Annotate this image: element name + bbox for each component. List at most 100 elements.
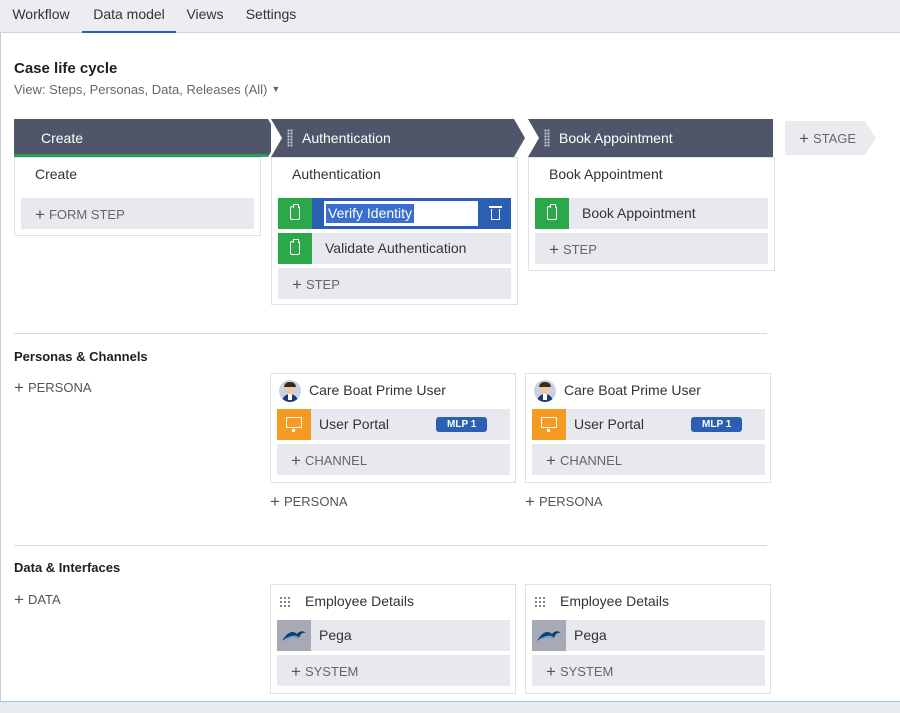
view-selector[interactable]: View: Steps, Personas, Data, Releases (A… <box>14 82 280 97</box>
add-form-step-button[interactable]: + FORM STEP <box>21 198 254 229</box>
monitor-icon <box>541 417 557 432</box>
trash-icon[interactable] <box>489 206 502 220</box>
clipboard-icon <box>547 204 557 220</box>
clipboard-icon <box>290 239 300 255</box>
personas-section-title: Personas & Channels <box>14 349 148 364</box>
plus-icon: + <box>546 451 556 470</box>
section-divider <box>14 333 767 334</box>
add-system-label: SYSTEM <box>559 664 614 679</box>
persona-card: Care Boat Prime User User Portal MLP 1 +… <box>270 373 516 483</box>
process-title[interactable]: Authentication <box>292 166 381 182</box>
add-persona-label: PERSONA <box>27 380 92 395</box>
add-step-button[interactable]: + STEP <box>278 268 511 299</box>
process-title[interactable]: Book Appointment <box>549 166 663 182</box>
persona-card: Care Boat Prime User User Portal MLP 1 +… <box>525 373 771 483</box>
channel-label: User Portal <box>319 416 390 432</box>
chevron-shape <box>865 121 876 155</box>
step-label: Book Appointment <box>582 205 696 221</box>
stage-card-create: Create + FORM STEP <box>14 157 261 236</box>
plus-icon: + <box>291 451 301 470</box>
drag-handle-icon[interactable] <box>279 596 290 607</box>
process-title[interactable]: Create <box>35 166 77 182</box>
plus-icon: + <box>270 492 280 511</box>
add-data-button[interactable]: + DATA <box>14 589 61 609</box>
plus-icon: + <box>546 662 556 681</box>
stage-label: Create <box>41 130 84 146</box>
data-object-name[interactable]: Employee Details <box>560 593 669 609</box>
persona-name[interactable]: Care Boat Prime User <box>309 382 446 398</box>
add-data-label: DATA <box>27 592 61 607</box>
plus-icon: + <box>525 492 535 511</box>
view-selector-label: View: Steps, Personas, Data, Releases (A… <box>14 82 268 97</box>
system-label: Pega <box>574 627 607 643</box>
system-row[interactable]: Pega <box>277 620 510 651</box>
channel-row[interactable]: User Portal MLP 1 <box>277 409 510 440</box>
tab-bar: Workflow Data model Views Settings <box>0 0 900 33</box>
add-channel-button[interactable]: + CHANNEL <box>532 444 765 475</box>
page-title: Case life cycle <box>14 60 118 77</box>
stage-create[interactable]: Create <box>14 119 279 157</box>
plus-icon: + <box>35 205 45 224</box>
left-border <box>0 33 1 701</box>
step-row[interactable]: Validate Authentication <box>278 233 511 264</box>
stage-label: Book Appointment <box>559 130 673 146</box>
system-label: Pega <box>319 627 352 643</box>
add-persona-button[interactable]: + PERSONA <box>525 491 603 511</box>
tab-settings[interactable]: Settings <box>234 0 308 33</box>
step-type-box <box>535 198 569 229</box>
avatar-icon <box>534 380 556 402</box>
persona-name[interactable]: Care Boat Prime User <box>564 382 701 398</box>
monitor-icon <box>286 417 302 432</box>
drag-handle-icon[interactable] <box>534 596 545 607</box>
channel-type-box <box>532 409 566 440</box>
add-channel-label: CHANNEL <box>559 453 623 468</box>
pega-logo-icon <box>537 631 561 641</box>
plus-icon: + <box>14 378 24 397</box>
plus-icon: + <box>14 590 24 609</box>
add-step-label: STEP <box>305 277 340 292</box>
drag-handle-icon[interactable] <box>544 129 550 147</box>
tab-views[interactable]: Views <box>176 0 234 33</box>
stage-authentication[interactable]: Authentication <box>271 119 525 157</box>
pega-logo-icon <box>282 631 306 641</box>
add-step-label: STEP <box>562 242 597 257</box>
step-row-editing[interactable]: Verify Identity <box>278 198 511 229</box>
add-stage-label: STAGE <box>812 131 857 146</box>
add-system-button[interactable]: + SYSTEM <box>532 655 765 686</box>
plus-icon: + <box>292 275 302 294</box>
plus-icon: + <box>799 129 809 148</box>
channel-label: User Portal <box>574 416 645 432</box>
stage-card-book-appointment: Book Appointment Book Appointment + STEP <box>528 157 775 271</box>
add-stage-button[interactable]: + STAGE <box>785 121 876 155</box>
add-persona-button[interactable]: + PERSONA <box>14 377 92 397</box>
system-row[interactable]: Pega <box>532 620 765 651</box>
chevron-notch <box>528 119 539 157</box>
step-row[interactable]: Book Appointment <box>535 198 768 229</box>
system-type-box <box>532 620 566 651</box>
add-persona-label: PERSONA <box>538 494 603 509</box>
tab-workflow[interactable]: Workflow <box>0 0 82 33</box>
add-persona-button[interactable]: + PERSONA <box>270 491 348 511</box>
plus-icon: + <box>549 240 559 259</box>
tab-data-model[interactable]: Data model <box>82 0 176 33</box>
clipboard-icon <box>290 204 300 220</box>
add-persona-label: PERSONA <box>283 494 348 509</box>
add-form-step-label: FORM STEP <box>48 207 125 222</box>
data-object-name[interactable]: Employee Details <box>305 593 414 609</box>
stage-book-appointment[interactable]: Book Appointment <box>528 119 773 157</box>
stage-card-authentication: Authentication Verify Identity Validate … <box>271 157 518 305</box>
channel-row[interactable]: User Portal MLP 1 <box>532 409 765 440</box>
drag-handle-icon[interactable] <box>287 129 293 147</box>
add-system-button[interactable]: + SYSTEM <box>277 655 510 686</box>
data-object-card: Employee Details Pega + SYSTEM <box>525 584 771 694</box>
chevron-shape <box>514 119 525 157</box>
chevron-notch <box>271 119 282 157</box>
channel-type-box <box>277 409 311 440</box>
section-divider <box>14 545 767 546</box>
add-channel-label: CHANNEL <box>304 453 368 468</box>
add-step-button[interactable]: + STEP <box>535 233 768 264</box>
add-channel-button[interactable]: + CHANNEL <box>277 444 510 475</box>
stage-label: Authentication <box>302 130 391 146</box>
step-name-input[interactable] <box>324 201 478 226</box>
caret-down-icon: ▼ <box>271 84 281 94</box>
